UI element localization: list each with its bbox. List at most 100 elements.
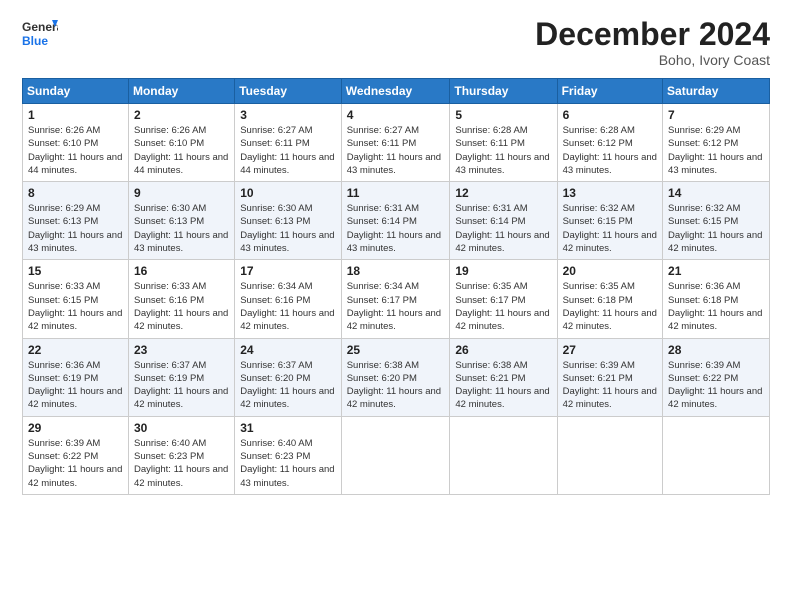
day-number: 17: [240, 264, 336, 278]
header-saturday: Saturday: [663, 79, 770, 104]
day-number: 7: [668, 108, 764, 122]
day-info: Sunrise: 6:40 AM Sunset: 6:23 PM Dayligh…: [134, 437, 229, 490]
header-wednesday: Wednesday: [341, 79, 450, 104]
calendar-week-2: 8 Sunrise: 6:29 AM Sunset: 6:13 PM Dayli…: [23, 182, 770, 260]
svg-text:General: General: [22, 20, 58, 34]
svg-text:Blue: Blue: [22, 34, 48, 48]
day-info: Sunrise: 6:29 AM Sunset: 6:12 PM Dayligh…: [668, 124, 764, 177]
day-info: Sunrise: 6:38 AM Sunset: 6:20 PM Dayligh…: [347, 359, 445, 412]
day-number: 30: [134, 421, 229, 435]
day-info: Sunrise: 6:27 AM Sunset: 6:11 PM Dayligh…: [240, 124, 336, 177]
calendar-cell: 6 Sunrise: 6:28 AM Sunset: 6:12 PM Dayli…: [557, 104, 662, 182]
header-tuesday: Tuesday: [235, 79, 342, 104]
calendar-cell: [450, 416, 557, 494]
day-info: Sunrise: 6:32 AM Sunset: 6:15 PM Dayligh…: [668, 202, 764, 255]
day-number: 8: [28, 186, 123, 200]
calendar-cell: 9 Sunrise: 6:30 AM Sunset: 6:13 PM Dayli…: [128, 182, 234, 260]
day-info: Sunrise: 6:28 AM Sunset: 6:11 PM Dayligh…: [455, 124, 551, 177]
day-info: Sunrise: 6:39 AM Sunset: 6:22 PM Dayligh…: [668, 359, 764, 412]
calendar-cell: 7 Sunrise: 6:29 AM Sunset: 6:12 PM Dayli…: [663, 104, 770, 182]
calendar-cell: 11 Sunrise: 6:31 AM Sunset: 6:14 PM Dayl…: [341, 182, 450, 260]
calendar-cell: 2 Sunrise: 6:26 AM Sunset: 6:10 PM Dayli…: [128, 104, 234, 182]
day-info: Sunrise: 6:39 AM Sunset: 6:22 PM Dayligh…: [28, 437, 123, 490]
calendar-cell: 10 Sunrise: 6:30 AM Sunset: 6:13 PM Dayl…: [235, 182, 342, 260]
day-number: 18: [347, 264, 445, 278]
calendar-week-5: 29 Sunrise: 6:39 AM Sunset: 6:22 PM Dayl…: [23, 416, 770, 494]
calendar-cell: 25 Sunrise: 6:38 AM Sunset: 6:20 PM Dayl…: [341, 338, 450, 416]
logo-svg: General Blue: [22, 18, 58, 54]
calendar-cell: 31 Sunrise: 6:40 AM Sunset: 6:23 PM Dayl…: [235, 416, 342, 494]
day-info: Sunrise: 6:29 AM Sunset: 6:13 PM Dayligh…: [28, 202, 123, 255]
day-info: Sunrise: 6:31 AM Sunset: 6:14 PM Dayligh…: [347, 202, 445, 255]
day-number: 5: [455, 108, 551, 122]
day-info: Sunrise: 6:33 AM Sunset: 6:15 PM Dayligh…: [28, 280, 123, 333]
day-number: 28: [668, 343, 764, 357]
day-info: Sunrise: 6:37 AM Sunset: 6:20 PM Dayligh…: [240, 359, 336, 412]
day-number: 22: [28, 343, 123, 357]
header-row: Sunday Monday Tuesday Wednesday Thursday…: [23, 79, 770, 104]
day-info: Sunrise: 6:30 AM Sunset: 6:13 PM Dayligh…: [134, 202, 229, 255]
calendar-cell: [663, 416, 770, 494]
day-number: 4: [347, 108, 445, 122]
header-friday: Friday: [557, 79, 662, 104]
header-thursday: Thursday: [450, 79, 557, 104]
day-number: 11: [347, 186, 445, 200]
page: General Blue December 2024 Boho, Ivory C…: [0, 0, 792, 612]
day-info: Sunrise: 6:36 AM Sunset: 6:19 PM Dayligh…: [28, 359, 123, 412]
day-number: 2: [134, 108, 229, 122]
day-number: 20: [563, 264, 657, 278]
day-info: Sunrise: 6:27 AM Sunset: 6:11 PM Dayligh…: [347, 124, 445, 177]
day-info: Sunrise: 6:35 AM Sunset: 6:17 PM Dayligh…: [455, 280, 551, 333]
calendar-cell: [557, 416, 662, 494]
day-number: 19: [455, 264, 551, 278]
header: General Blue December 2024 Boho, Ivory C…: [22, 18, 770, 68]
calendar-cell: 14 Sunrise: 6:32 AM Sunset: 6:15 PM Dayl…: [663, 182, 770, 260]
calendar-cell: 8 Sunrise: 6:29 AM Sunset: 6:13 PM Dayli…: [23, 182, 129, 260]
day-info: Sunrise: 6:28 AM Sunset: 6:12 PM Dayligh…: [563, 124, 657, 177]
calendar-cell: 28 Sunrise: 6:39 AM Sunset: 6:22 PM Dayl…: [663, 338, 770, 416]
calendar-cell: [341, 416, 450, 494]
day-info: Sunrise: 6:31 AM Sunset: 6:14 PM Dayligh…: [455, 202, 551, 255]
day-number: 26: [455, 343, 551, 357]
calendar-cell: 27 Sunrise: 6:39 AM Sunset: 6:21 PM Dayl…: [557, 338, 662, 416]
calendar-cell: 21 Sunrise: 6:36 AM Sunset: 6:18 PM Dayl…: [663, 260, 770, 338]
day-number: 25: [347, 343, 445, 357]
calendar-cell: 4 Sunrise: 6:27 AM Sunset: 6:11 PM Dayli…: [341, 104, 450, 182]
calendar-cell: 23 Sunrise: 6:37 AM Sunset: 6:19 PM Dayl…: [128, 338, 234, 416]
calendar-cell: 24 Sunrise: 6:37 AM Sunset: 6:20 PM Dayl…: [235, 338, 342, 416]
day-info: Sunrise: 6:30 AM Sunset: 6:13 PM Dayligh…: [240, 202, 336, 255]
day-info: Sunrise: 6:35 AM Sunset: 6:18 PM Dayligh…: [563, 280, 657, 333]
day-info: Sunrise: 6:26 AM Sunset: 6:10 PM Dayligh…: [134, 124, 229, 177]
calendar-cell: 12 Sunrise: 6:31 AM Sunset: 6:14 PM Dayl…: [450, 182, 557, 260]
day-number: 23: [134, 343, 229, 357]
header-monday: Monday: [128, 79, 234, 104]
day-number: 1: [28, 108, 123, 122]
day-number: 27: [563, 343, 657, 357]
day-number: 6: [563, 108, 657, 122]
calendar-cell: 18 Sunrise: 6:34 AM Sunset: 6:17 PM Dayl…: [341, 260, 450, 338]
calendar-cell: 20 Sunrise: 6:35 AM Sunset: 6:18 PM Dayl…: [557, 260, 662, 338]
day-info: Sunrise: 6:26 AM Sunset: 6:10 PM Dayligh…: [28, 124, 123, 177]
month-title: December 2024: [535, 18, 770, 50]
day-info: Sunrise: 6:34 AM Sunset: 6:16 PM Dayligh…: [240, 280, 336, 333]
calendar-cell: 30 Sunrise: 6:40 AM Sunset: 6:23 PM Dayl…: [128, 416, 234, 494]
calendar-cell: 26 Sunrise: 6:38 AM Sunset: 6:21 PM Dayl…: [450, 338, 557, 416]
calendar-cell: 16 Sunrise: 6:33 AM Sunset: 6:16 PM Dayl…: [128, 260, 234, 338]
calendar-week-3: 15 Sunrise: 6:33 AM Sunset: 6:15 PM Dayl…: [23, 260, 770, 338]
calendar-cell: 29 Sunrise: 6:39 AM Sunset: 6:22 PM Dayl…: [23, 416, 129, 494]
calendar-cell: 1 Sunrise: 6:26 AM Sunset: 6:10 PM Dayli…: [23, 104, 129, 182]
day-info: Sunrise: 6:39 AM Sunset: 6:21 PM Dayligh…: [563, 359, 657, 412]
day-number: 14: [668, 186, 764, 200]
day-number: 16: [134, 264, 229, 278]
subtitle: Boho, Ivory Coast: [535, 52, 770, 68]
calendar-cell: 3 Sunrise: 6:27 AM Sunset: 6:11 PM Dayli…: [235, 104, 342, 182]
day-number: 24: [240, 343, 336, 357]
calendar-body: 1 Sunrise: 6:26 AM Sunset: 6:10 PM Dayli…: [23, 104, 770, 495]
calendar-cell: 19 Sunrise: 6:35 AM Sunset: 6:17 PM Dayl…: [450, 260, 557, 338]
day-number: 15: [28, 264, 123, 278]
day-number: 10: [240, 186, 336, 200]
calendar-week-4: 22 Sunrise: 6:36 AM Sunset: 6:19 PM Dayl…: [23, 338, 770, 416]
calendar-cell: 17 Sunrise: 6:34 AM Sunset: 6:16 PM Dayl…: [235, 260, 342, 338]
day-number: 9: [134, 186, 229, 200]
day-number: 29: [28, 421, 123, 435]
